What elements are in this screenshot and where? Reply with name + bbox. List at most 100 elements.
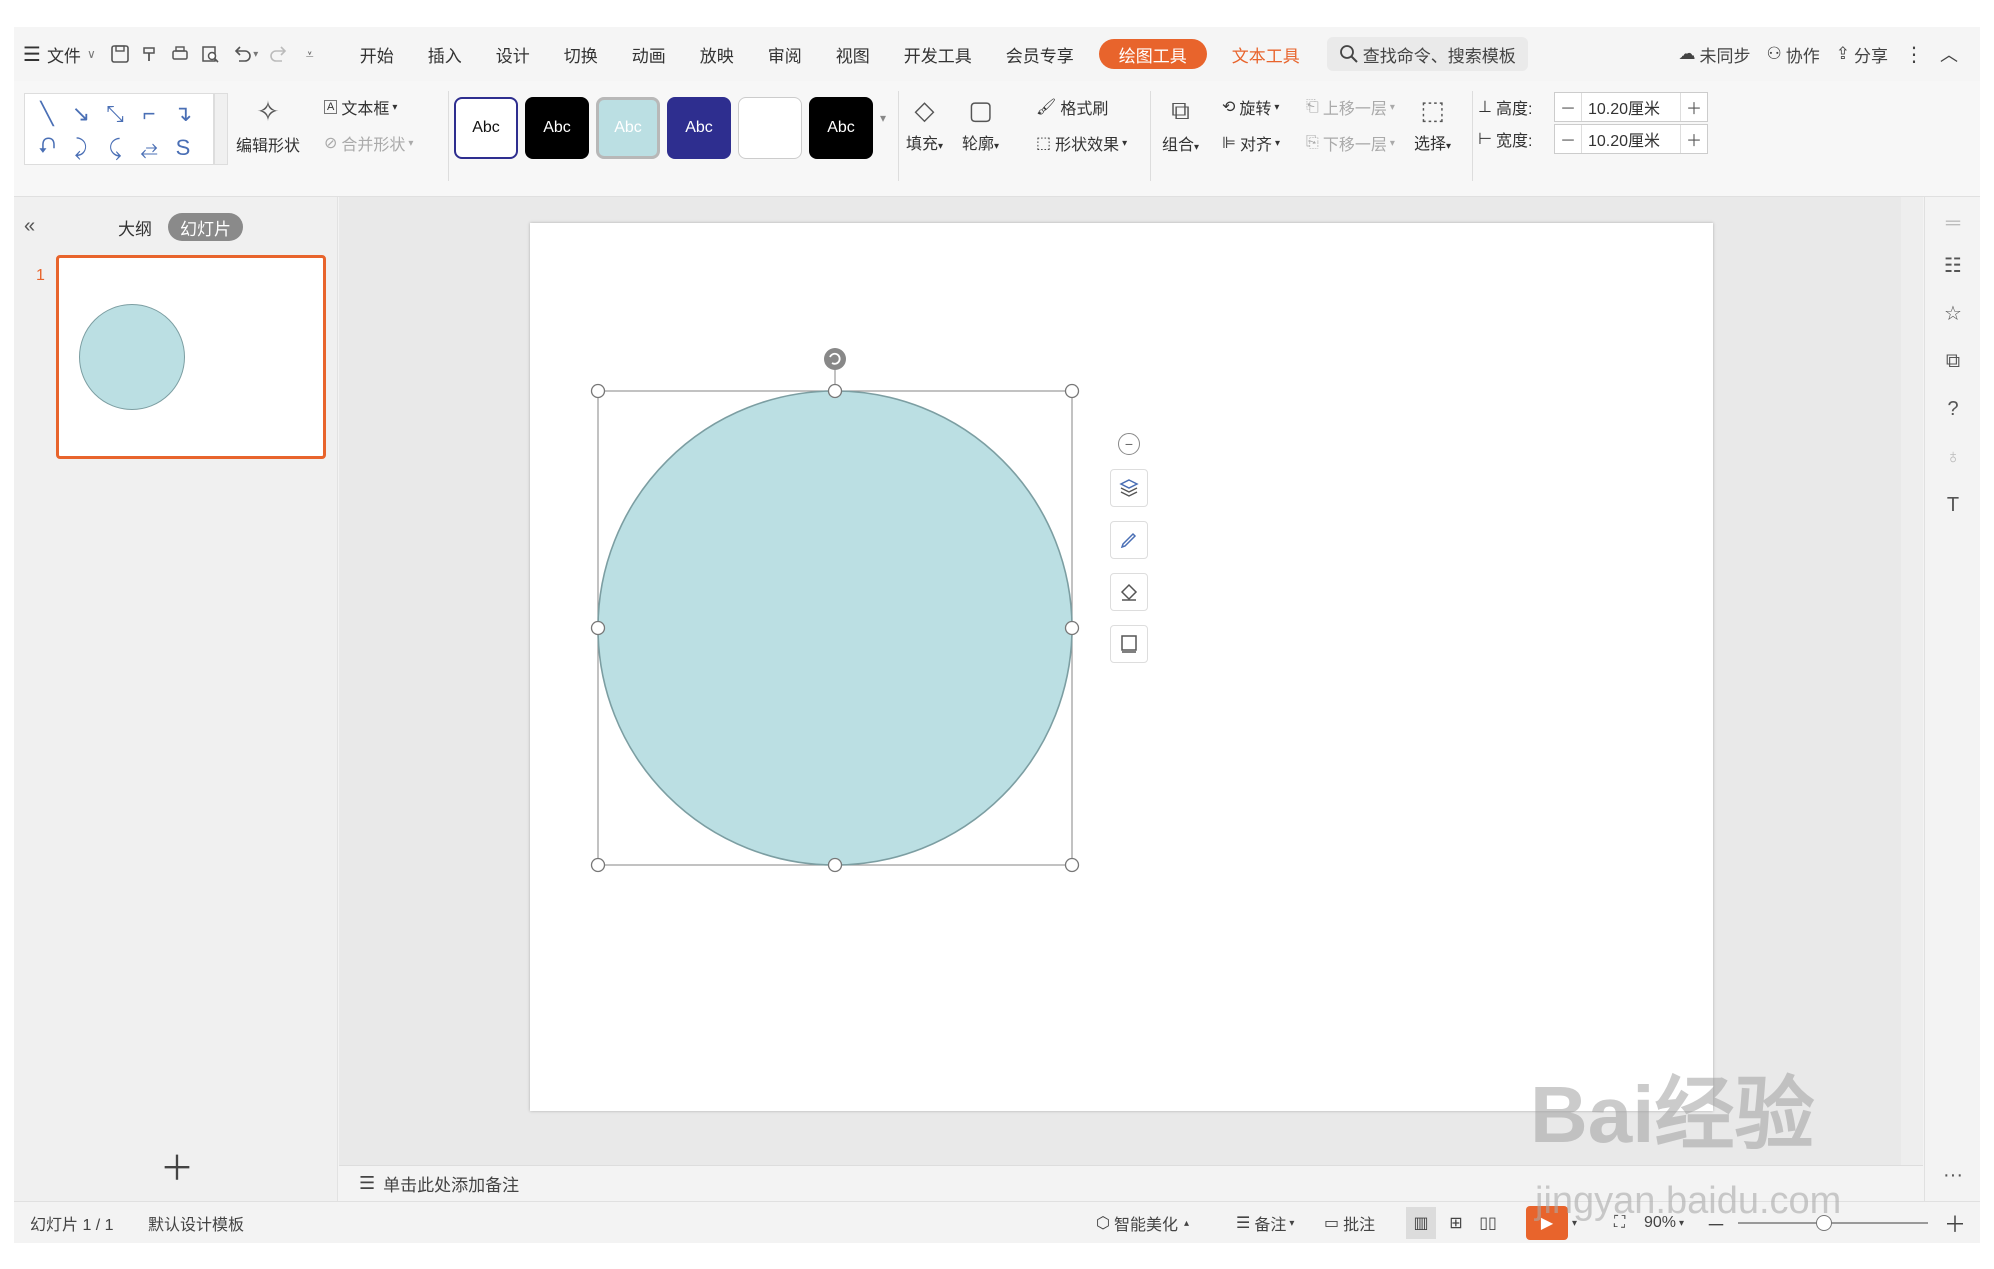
zoom-in-button[interactable]: ＋ xyxy=(1944,1202,1966,1244)
width-decrease[interactable]: － xyxy=(1555,127,1581,151)
resize-handle-sw[interactable] xyxy=(590,857,606,873)
resize-handle-e[interactable] xyxy=(1064,620,1080,636)
more-dots-icon[interactable]: ··· xyxy=(1941,1163,1965,1187)
curve-connector-icon[interactable]: ⤸ xyxy=(65,132,97,164)
tab-member[interactable]: 会员专享 xyxy=(989,37,1091,71)
reading-view-icon[interactable]: ▯▯ xyxy=(1474,1202,1502,1244)
align-button[interactable]: ⊫ 对齐 ▾ xyxy=(1222,131,1280,155)
rotate-button[interactable]: ⟲ 旋转 ▾ xyxy=(1222,95,1279,119)
customize-toolbar-icon[interactable]: ⩡ xyxy=(295,39,325,69)
arrow-line-icon[interactable]: ↘ xyxy=(65,98,97,130)
slide-thumbnail[interactable] xyxy=(56,255,326,459)
redo-icon[interactable] xyxy=(265,39,295,69)
send-backward-button[interactable]: ⎘ 下移一层 ▾ xyxy=(1306,131,1395,155)
shape-effect-button[interactable]: ⬚ 形状效果 ▾ xyxy=(1036,131,1127,155)
fill-bucket-float-icon[interactable] xyxy=(1110,573,1148,611)
tab-animations[interactable]: 动画 xyxy=(615,37,683,71)
resize-handle-n[interactable] xyxy=(827,383,843,399)
beautify-button[interactable]: ⬡ 智能美化 ▴ xyxy=(1096,1202,1189,1244)
slide-canvas[interactable]: − xyxy=(530,223,1713,1111)
format-painter-button[interactable]: 🖌 格式刷 xyxy=(1036,95,1108,119)
width-stepper[interactable]: － 10.20厘米 ＋ xyxy=(1554,124,1708,154)
selected-shape[interactable] xyxy=(590,348,1190,943)
double-arrow-line-icon[interactable]: ⤡ xyxy=(99,98,131,130)
search-box[interactable]: 查找命令、搜索模板 xyxy=(1326,37,1528,71)
resize-handle-se[interactable] xyxy=(1064,857,1080,873)
tab-developer[interactable]: 开发工具 xyxy=(887,37,989,71)
print-icon[interactable] xyxy=(165,39,195,69)
shape-style-white-outline[interactable]: Abc xyxy=(454,97,518,159)
tab-review[interactable]: 审阅 xyxy=(751,37,819,71)
tab-slides[interactable]: 幻灯片 xyxy=(168,213,243,241)
line-icon[interactable]: ╲ xyxy=(31,98,63,130)
sync-status[interactable]: ☁ 未同步 xyxy=(1671,42,1759,67)
tab-home[interactable]: 开始 xyxy=(343,37,411,71)
outline-float-icon[interactable] xyxy=(1110,625,1148,663)
resize-handle-nw[interactable] xyxy=(590,383,606,399)
vertical-scrollbar[interactable] xyxy=(1901,197,1923,1165)
width-input[interactable]: 10.20厘米 xyxy=(1581,125,1681,153)
elbow-connector-icon[interactable]: ⌐ xyxy=(133,98,165,130)
outline-button[interactable]: ▢ 轮廓▾ xyxy=(962,95,999,154)
tab-slideshow[interactable]: 放映 xyxy=(683,37,751,71)
layers-icon[interactable] xyxy=(1110,469,1148,507)
collapse-toolbar-icon[interactable]: − xyxy=(1118,433,1140,455)
lightbulb-icon[interactable]: ♁ xyxy=(1941,445,1965,469)
tab-text-tools[interactable]: 文本工具 xyxy=(1215,37,1317,71)
resize-handle-w[interactable] xyxy=(590,620,606,636)
merge-shape-button[interactable]: ⊘ 合并形状 ▾ xyxy=(324,131,413,155)
circle-shape[interactable] xyxy=(597,390,1073,866)
height-decrease[interactable]: － xyxy=(1555,95,1581,119)
pen-icon[interactable] xyxy=(1110,521,1148,559)
save-icon[interactable] xyxy=(105,39,135,69)
textbox-button[interactable]: A 文本框 ▾ xyxy=(324,95,397,119)
edit-shape-button[interactable]: ✧ 编辑形状 xyxy=(236,95,300,156)
format-painter-quick-icon[interactable] xyxy=(135,39,165,69)
select-button[interactable]: ⬚ 选择▾ xyxy=(1414,95,1451,154)
width-increase[interactable]: ＋ xyxy=(1681,127,1707,151)
tab-insert[interactable]: 插入 xyxy=(411,37,479,71)
collapse-ribbon-icon[interactable]: ︿ xyxy=(1932,41,1966,67)
curve-arrow-icon[interactable]: ⤹ xyxy=(99,132,131,164)
height-increase[interactable]: ＋ xyxy=(1681,95,1707,119)
tab-transitions[interactable]: 切换 xyxy=(547,37,615,71)
add-slide-icon[interactable]: ＋ xyxy=(160,1141,194,1190)
tab-outline[interactable]: 大纲 xyxy=(106,213,164,241)
style-gallery-more[interactable]: ▾ xyxy=(880,111,886,125)
group-button[interactable]: ⧉ 组合▾ xyxy=(1162,95,1199,155)
shape-style-white[interactable] xyxy=(738,97,802,159)
template-name[interactable]: 默认设计模板 xyxy=(148,1202,244,1244)
transition-icon[interactable]: ⧉ xyxy=(1941,349,1965,373)
slide-sorter-icon[interactable]: ⊞ xyxy=(1442,1202,1470,1244)
share-button[interactable]: ⇪ 分享 xyxy=(1828,42,1896,67)
resize-handle-s[interactable] xyxy=(827,857,843,873)
help-icon[interactable]: ? xyxy=(1941,397,1965,421)
print-preview-icon[interactable] xyxy=(195,39,225,69)
properties-icon[interactable]: ☷ xyxy=(1941,253,1965,277)
shape-style-navy[interactable]: Abc xyxy=(667,97,731,159)
fill-button[interactable]: ◇ 填充▾ xyxy=(906,95,943,154)
collapse-pane-icon[interactable]: « xyxy=(24,215,35,238)
text-icon[interactable]: T xyxy=(1941,493,1965,517)
tab-drawing-tools[interactable]: 绘图工具 xyxy=(1098,39,1207,69)
comments-toggle[interactable]: ▭ 批注 xyxy=(1324,1202,1375,1244)
shape-style-teal-selected[interactable]: Abc xyxy=(596,97,660,159)
elbow-double-arrow-icon[interactable]: ⮏ xyxy=(31,132,63,164)
lines-gallery[interactable]: ╲ ↘ ⤡ ⌐ ↴ ⮏ ⤸ ⤹ ⥄ S xyxy=(24,93,214,165)
gallery-scroll[interactable] xyxy=(214,93,228,165)
elbow-arrow-icon[interactable]: ↴ xyxy=(167,98,199,130)
collaborate-button[interactable]: ⚇ 协作 xyxy=(1759,42,1828,67)
curve-double-arrow-icon[interactable]: ⥄ xyxy=(133,132,165,164)
height-stepper[interactable]: － 10.20厘米 ＋ xyxy=(1554,92,1708,122)
freeform-curve-icon[interactable]: S xyxy=(167,132,199,164)
animation-star-icon[interactable]: ☆ xyxy=(1941,301,1965,325)
more-options-icon[interactable]: ⋮ xyxy=(1896,42,1932,67)
shape-style-black-2[interactable]: Abc xyxy=(809,97,873,159)
normal-view-icon[interactable]: ▥ xyxy=(1406,1207,1436,1239)
tab-view[interactable]: 视图 xyxy=(819,37,887,71)
notes-toggle[interactable]: ☰ 备注 ▾ xyxy=(1236,1202,1294,1244)
height-input[interactable]: 10.20厘米 xyxy=(1581,93,1681,121)
bring-forward-button[interactable]: ⎗ 上移一层 ▾ xyxy=(1306,95,1395,119)
resize-handle-ne[interactable] xyxy=(1064,383,1080,399)
file-menu[interactable]: ☰ 文件 ∨ xyxy=(14,37,105,71)
